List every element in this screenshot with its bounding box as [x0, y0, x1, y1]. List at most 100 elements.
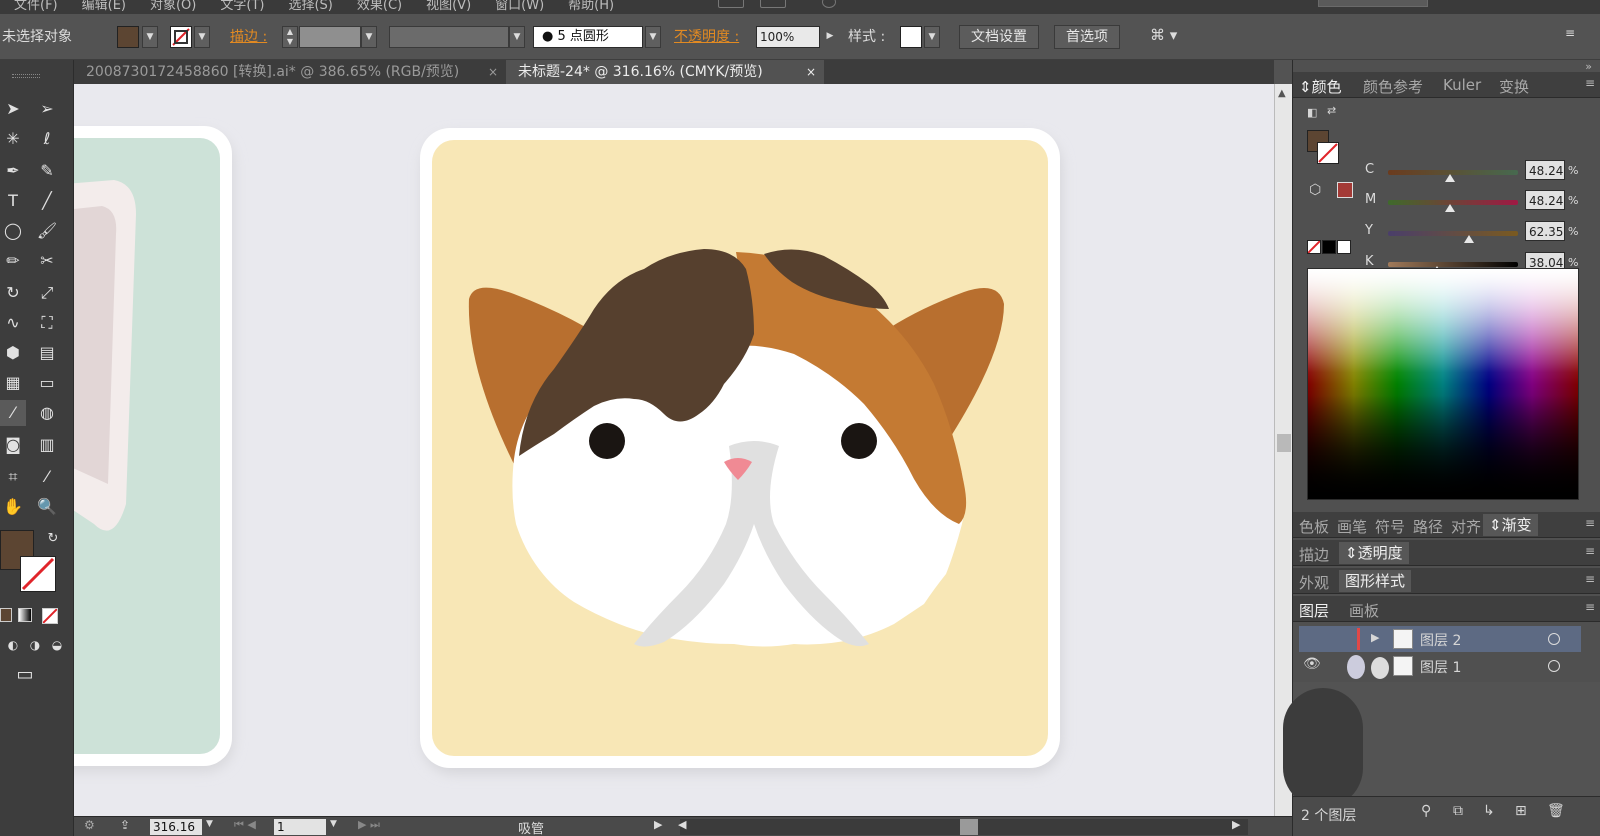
column-graph-tool-icon[interactable]: ▥	[34, 432, 60, 458]
scissors-tool-icon[interactable]: ✂	[34, 248, 60, 274]
tab-transparency[interactable]: ⇕透明度	[1339, 542, 1409, 564]
ellipse-tool-icon[interactable]: ◯	[0, 218, 26, 244]
menu-item[interactable]: 帮助(H)	[568, 0, 614, 13]
none-mode-icon[interactable]	[42, 608, 58, 624]
black-swatch[interactable]	[1322, 240, 1336, 254]
paintbrush-tool-icon[interactable]: 🖌	[34, 218, 60, 244]
type-tool-icon[interactable]: T	[0, 188, 26, 214]
style-swatch[interactable]	[900, 26, 922, 48]
fill-dropdown-icon[interactable]: ▼	[142, 26, 158, 48]
artboard-tool-icon[interactable]: ⌗	[0, 464, 26, 490]
hand-tool-icon[interactable]: ✋	[0, 494, 26, 520]
preferences-button[interactable]: 首选项	[1054, 25, 1120, 49]
white-swatch[interactable]	[1337, 240, 1351, 254]
zoom-dropdown-icon[interactable]: ▼	[206, 819, 213, 829]
first-page-icon[interactable]: ⏮ ◀	[234, 818, 256, 832]
symbol-sprayer-tool-icon[interactable]: ◙	[0, 432, 26, 458]
target-circle-icon[interactable]	[1548, 660, 1560, 672]
layer-name[interactable]: 图层 2	[1420, 630, 1461, 650]
color-spectrum[interactable]	[1307, 268, 1579, 500]
tab-artboards[interactable]: 画板	[1349, 600, 1379, 621]
tab-stroke[interactable]: 描边	[1299, 544, 1329, 565]
locate-object-icon[interactable]: ⚲	[1421, 803, 1431, 819]
menu-item[interactable]: 效果(C)	[357, 0, 402, 13]
delete-layer-icon[interactable]: 🗑	[1547, 803, 1565, 819]
stroke-color-box[interactable]	[1317, 142, 1339, 164]
close-icon[interactable]: ×	[488, 60, 498, 84]
out-of-gamut-icon[interactable]: ⬡	[1309, 182, 1321, 198]
arrange-icon[interactable]	[822, 0, 836, 8]
tab-swatches[interactable]: 色板	[1299, 516, 1329, 537]
scale-tool-icon[interactable]: ⤢	[34, 280, 60, 306]
tab-graphic-styles[interactable]: 图形样式	[1339, 570, 1412, 592]
panel-menu-icon[interactable]: ≡	[1565, 26, 1575, 40]
stroke-weight-dropdown-icon[interactable]: ▼	[361, 26, 377, 48]
menu-item[interactable]: 文件(F)	[14, 0, 58, 13]
slider-thumb-c[interactable]	[1445, 174, 1456, 182]
opacity-label[interactable]: 不透明度 :	[674, 26, 739, 46]
stroke-weight-stepper[interactable]: ▲ ▼	[282, 26, 298, 48]
expand-arrow-icon[interactable]: ▶	[1371, 631, 1379, 644]
magic-wand-tool-icon[interactable]: ✳	[0, 126, 26, 152]
menu-item[interactable]: 编辑(E)	[82, 0, 126, 13]
align-options-icon[interactable]: ⌘ ▾	[1150, 26, 1177, 44]
color-mode-icon[interactable]	[0, 608, 12, 622]
panel-menu-icon[interactable]: ≡	[1585, 572, 1595, 586]
menu-item[interactable]: 文字(T)	[220, 0, 264, 13]
page-dropdown-icon[interactable]: ▼	[330, 819, 337, 829]
curvature-tool-icon[interactable]: ✎	[34, 158, 60, 184]
eyedropper-tool-icon[interactable]: ⁄	[0, 400, 26, 426]
tab-symbols[interactable]: 符号	[1375, 516, 1405, 537]
stroke-label[interactable]: 描边 :	[230, 26, 267, 46]
tab-color[interactable]: ⇕颜色	[1299, 76, 1342, 97]
gradient-mode-icon[interactable]	[18, 608, 32, 622]
expand-arrow-icon[interactable]	[1371, 657, 1389, 679]
zoom-tool-icon[interactable]: 🔍	[34, 494, 60, 520]
opacity-field[interactable]: 100%	[756, 26, 820, 48]
create-sublayer-icon[interactable]: ↳	[1483, 803, 1495, 819]
bridge-icon[interactable]	[718, 0, 744, 8]
artboard-canvas[interactable]	[74, 84, 1274, 816]
stroke-weight-field[interactable]	[299, 26, 361, 48]
slider-value-y[interactable]: 62.35	[1525, 221, 1565, 241]
shape-builder-tool-icon[interactable]: ⬢	[0, 340, 26, 366]
pencil-tool-icon[interactable]: ✏	[0, 248, 26, 274]
panel-menu-icon[interactable]: ≡	[1585, 600, 1595, 614]
tab-brushes[interactable]: 画笔	[1337, 516, 1367, 537]
profile-dropdown-icon[interactable]: ▼	[509, 26, 525, 48]
horizontal-scroll-thumb[interactable]	[960, 819, 978, 835]
swap-colors-icon[interactable]: ⇄	[1327, 104, 1336, 117]
rotate-tool-icon[interactable]: ↻	[0, 280, 26, 306]
menu-item[interactable]: 对象(O)	[150, 0, 196, 13]
stroke-dropdown-icon[interactable]: ▼	[194, 26, 210, 48]
vertical-scroll-thumb[interactable]	[1277, 434, 1291, 452]
scroll-up-icon[interactable]: ▲	[1278, 88, 1286, 99]
layer-row[interactable]: ▶ 图层 2	[1299, 626, 1581, 652]
selection-tool-icon[interactable]: ➤	[0, 96, 26, 122]
line-tool-icon[interactable]: ╱	[34, 188, 60, 214]
workspace-switcher[interactable]	[1318, 0, 1428, 7]
tab-kuler[interactable]: Kuler	[1443, 76, 1481, 94]
tab-pathfinder[interactable]: 路径	[1413, 516, 1443, 537]
document-setup-button[interactable]: 文档设置	[959, 25, 1039, 49]
stroke-color-box[interactable]	[20, 556, 56, 592]
slider-track-k[interactable]	[1388, 262, 1518, 267]
scroll-left-icon[interactable]: ◀	[678, 818, 686, 831]
tab-document-1[interactable]: 2008730172458860 [转换].ai* @ 386.65% (RGB…	[74, 60, 506, 84]
gradient-tool-icon[interactable]: ▭	[34, 370, 60, 396]
slider-thumb-m[interactable]	[1445, 204, 1456, 212]
panel-menu-icon[interactable]: ≡	[1585, 544, 1595, 558]
tab-color-guide[interactable]: 颜色参考	[1363, 76, 1423, 97]
stroke-swatch[interactable]	[170, 26, 192, 48]
menu-item[interactable]: 视图(V)	[426, 0, 471, 13]
stock-icon[interactable]	[760, 0, 786, 8]
target-circle-icon[interactable]	[1548, 633, 1560, 645]
tab-layers[interactable]: 图层	[1299, 600, 1329, 621]
slice-tool-icon[interactable]: ⁄	[34, 464, 60, 490]
tab-align[interactable]: 对齐	[1451, 516, 1481, 537]
direct-selection-tool-icon[interactable]: ➢	[34, 96, 60, 122]
tab-appearance[interactable]: 外观	[1299, 572, 1329, 593]
status-arrow-icon[interactable]: ▶	[654, 818, 662, 831]
brush-definition[interactable]: ● 5 点圆形	[533, 26, 643, 48]
zoom-field[interactable]: 316.16	[150, 819, 202, 835]
